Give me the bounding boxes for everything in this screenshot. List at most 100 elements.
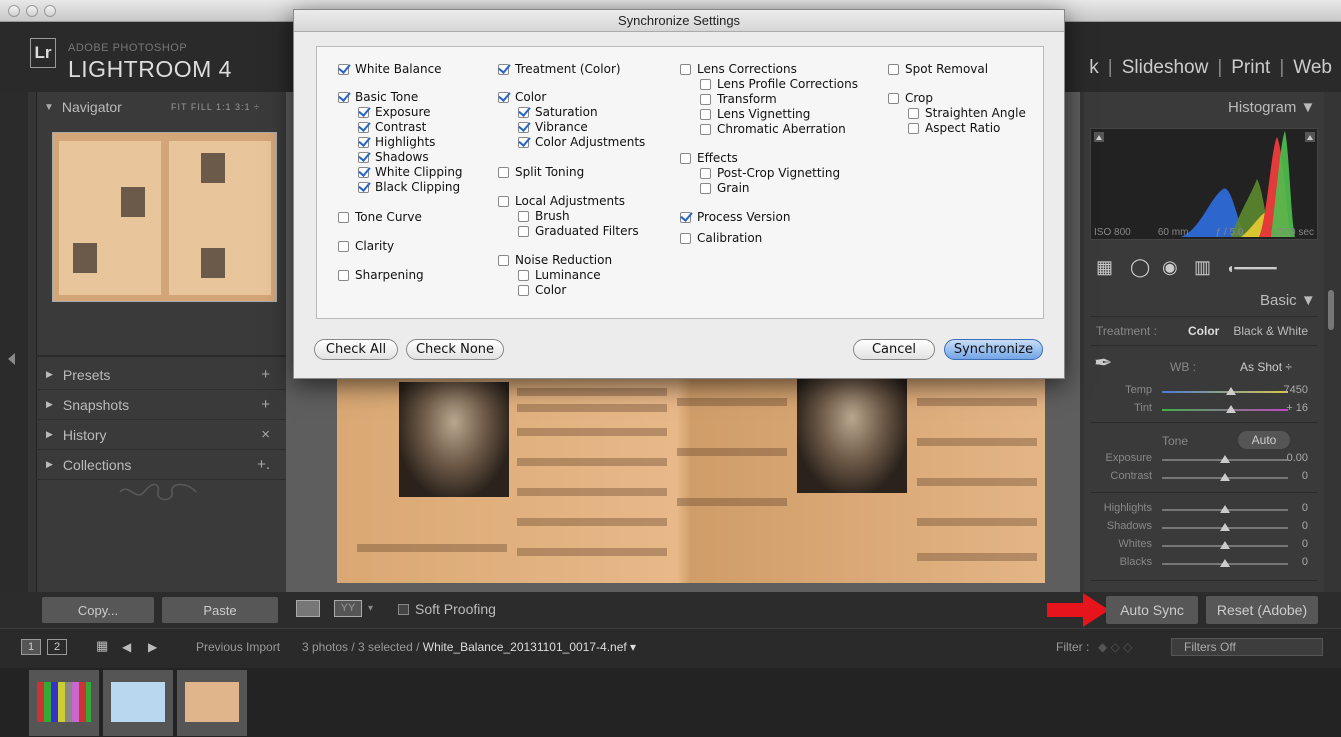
sync-option-white-balance[interactable]: White Balance [338, 62, 442, 76]
filmstrip-thumbnail[interactable] [103, 670, 173, 736]
checkbox[interactable] [518, 269, 529, 281]
selected-filename[interactable]: White_Balance_20131101_0017-4.nef ▾ [423, 640, 636, 654]
sync-option-transform[interactable]: Transform [700, 92, 777, 106]
checkbox[interactable] [498, 166, 509, 178]
checkbox[interactable] [358, 166, 369, 178]
red-eye-icon[interactable]: ◉ [1162, 257, 1178, 278]
slider-tint[interactable]: Tint + 16 [1090, 402, 1318, 420]
sync-option-local-adjustments[interactable]: Local Adjustments [498, 194, 625, 208]
slider-knob[interactable] [1220, 559, 1230, 567]
slider-knob[interactable] [1226, 405, 1237, 413]
checkbox[interactable] [700, 167, 711, 179]
checkbox[interactable] [518, 210, 529, 222]
checkbox[interactable] [338, 240, 349, 252]
sync-option-lens-vignetting[interactable]: Lens Vignetting [700, 107, 810, 121]
checkbox[interactable] [498, 63, 509, 75]
treatment-bw-option[interactable]: Black & White [1233, 324, 1308, 338]
module-develop-tail[interactable]: k [1089, 57, 1099, 78]
checkbox[interactable] [908, 107, 919, 119]
checkbox[interactable] [908, 122, 919, 134]
slider-blacks[interactable]: Blacks 0 [1090, 556, 1318, 574]
slider-track[interactable] [1162, 391, 1288, 393]
sync-option-aspect-ratio[interactable]: Aspect Ratio [908, 121, 1000, 135]
sync-option-straighten-angle[interactable]: Straighten Angle [908, 106, 1026, 120]
copy-button[interactable]: Copy... [42, 597, 154, 623]
sync-option-white-clipping[interactable]: White Clipping [358, 165, 463, 179]
loupe-view-icon[interactable] [296, 600, 320, 617]
slider-knob[interactable] [1220, 523, 1230, 531]
source-label[interactable]: Previous Import [196, 640, 280, 654]
checkbox[interactable] [888, 92, 899, 104]
sync-option-clarity[interactable]: Clarity [338, 239, 394, 253]
module-slideshow[interactable]: Slideshow [1122, 57, 1209, 78]
reset-adobe-button[interactable]: Reset (Adobe) [1206, 596, 1318, 624]
slider-track[interactable] [1162, 409, 1288, 411]
flag-filter-icon[interactable]: ◆ ◇ ◇ [1098, 640, 1132, 654]
back-arrow-icon[interactable]: ◀ [122, 640, 131, 654]
filters-dropdown[interactable]: Filters Off [1171, 638, 1323, 656]
sync-option-color[interactable]: Color [498, 90, 546, 104]
checkbox[interactable] [700, 78, 711, 90]
histogram[interactable] [1090, 128, 1318, 240]
navigator-zoom-options[interactable]: FIT FILL 1:1 3:1 ÷ [171, 102, 260, 112]
add-collection-icon[interactable]: +. [257, 456, 270, 473]
minimize-window-icon[interactable] [26, 5, 38, 17]
sync-option-sharpening[interactable]: Sharpening [338, 268, 424, 282]
slider-contrast[interactable]: Contrast 0 [1090, 470, 1318, 488]
add-snapshot-icon[interactable]: + [261, 396, 270, 413]
sync-option-black-clipping[interactable]: Black Clipping [358, 180, 460, 194]
check-none-button[interactable]: Check None [406, 339, 504, 360]
slider-knob[interactable] [1220, 541, 1230, 549]
filmstrip-thumbnail[interactable] [29, 670, 99, 736]
white-balance-picker-icon[interactable]: ✒ [1094, 350, 1112, 376]
histogram-header[interactable]: Histogram ▼ [1228, 99, 1315, 116]
checkbox[interactable] [498, 195, 509, 207]
synchronize-button[interactable]: Synchronize [944, 339, 1043, 360]
checkbox[interactable] [518, 225, 529, 237]
sync-option-process-version[interactable]: Process Version [680, 210, 790, 224]
auto-sync-button[interactable]: Auto Sync [1106, 596, 1198, 624]
checkbox[interactable] [680, 232, 691, 244]
sync-option-luminance[interactable]: Luminance [518, 268, 601, 282]
slider-shadows[interactable]: Shadows 0 [1090, 520, 1318, 538]
sync-option-noise-reduction[interactable]: Noise Reduction [498, 253, 612, 267]
right-panel-scrollbar[interactable] [1328, 290, 1334, 330]
main-window-button[interactable]: 1 [21, 639, 41, 655]
sync-option-graduated-filters[interactable]: Graduated Filters [518, 224, 639, 238]
checkbox[interactable] [358, 106, 369, 118]
checkbox[interactable] [700, 123, 711, 135]
slider-knob[interactable] [1226, 387, 1237, 395]
view-dropdown-icon[interactable]: ▾ [368, 603, 373, 614]
soft-proofing-checkbox[interactable] [398, 603, 409, 615]
sync-option-color-adjustments[interactable]: Color Adjustments [518, 135, 645, 149]
snapshots-section[interactable]: ▶ Snapshots + [36, 390, 286, 420]
soft-proofing-toggle[interactable]: Soft Proofing [398, 601, 496, 617]
sync-option-chromatic-aberration[interactable]: Chromatic Aberration [700, 122, 846, 136]
checkbox[interactable] [518, 106, 529, 118]
treatment-color-option[interactable]: Color [1188, 324, 1219, 338]
checkbox[interactable] [518, 284, 529, 296]
history-section[interactable]: ▶ History × [36, 420, 286, 450]
module-print[interactable]: Print [1231, 57, 1270, 78]
sync-option-crop[interactable]: Crop [888, 91, 933, 105]
sync-option-highlights[interactable]: Highlights [358, 135, 435, 149]
sync-option-effects[interactable]: Effects [680, 151, 738, 165]
basic-panel-header[interactable]: Basic ▼ [1260, 292, 1316, 309]
forward-arrow-icon[interactable]: ▶ [148, 640, 157, 654]
before-after-view-icon[interactable]: YY [334, 600, 362, 617]
close-window-icon[interactable] [8, 5, 20, 17]
secondary-window-button[interactable]: 2 [47, 639, 67, 655]
checkbox[interactable] [680, 152, 691, 164]
cancel-button[interactable]: Cancel [853, 339, 935, 360]
sync-option-split-toning[interactable]: Split Toning [498, 165, 584, 179]
slider-highlights[interactable]: Highlights 0 [1090, 502, 1318, 520]
checkbox[interactable] [498, 91, 509, 103]
auto-tone-button[interactable]: Auto [1238, 431, 1290, 449]
module-web[interactable]: Web [1293, 57, 1332, 78]
sync-option-shadows[interactable]: Shadows [358, 150, 429, 164]
navigator-preview[interactable] [52, 132, 277, 302]
collapse-left-panel-icon[interactable] [8, 353, 15, 365]
checkbox[interactable] [518, 136, 529, 148]
slider-temp[interactable]: Temp 7450 [1090, 384, 1318, 402]
zoom-window-icon[interactable] [44, 5, 56, 17]
